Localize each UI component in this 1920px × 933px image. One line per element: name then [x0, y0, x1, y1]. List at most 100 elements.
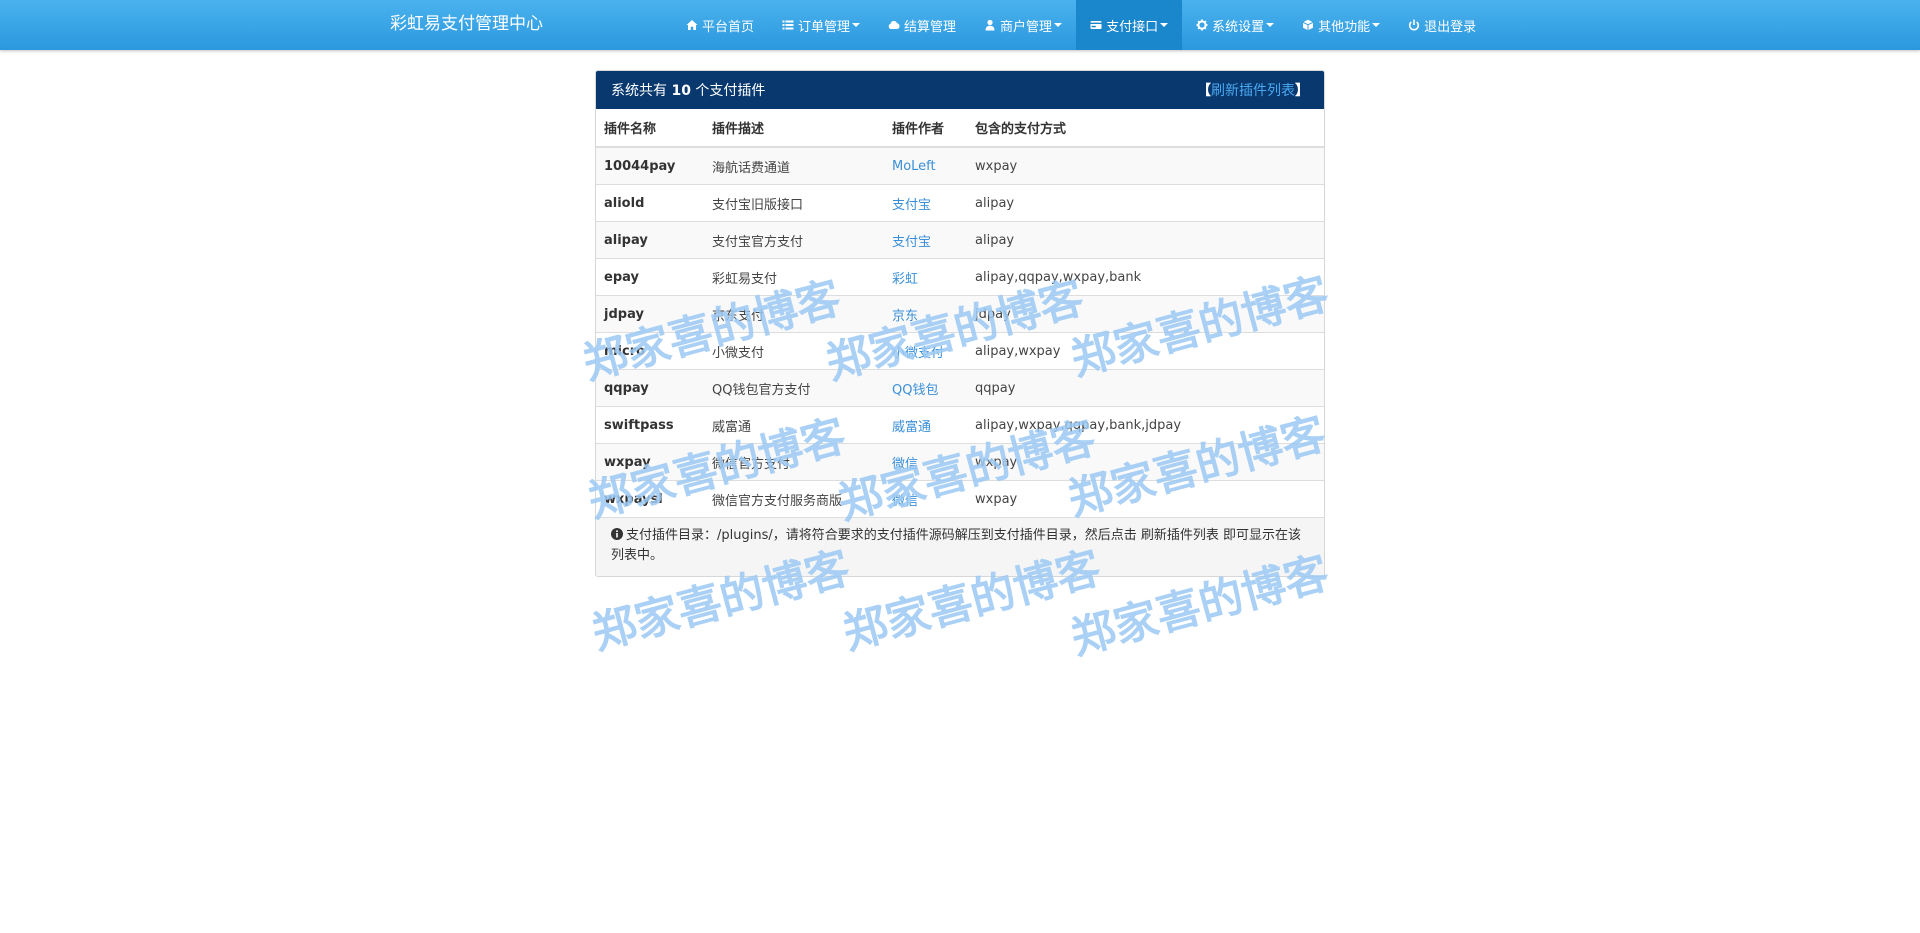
plugin-desc-cell: 微信官方支付服务商版	[704, 480, 884, 517]
nav-item-2[interactable]: 结算管理	[874, 0, 970, 50]
brand-title[interactable]: 彩虹易支付管理中心	[390, 0, 543, 50]
plugin-name-cell: wxpaysl	[596, 480, 704, 517]
plugin-author-cell[interactable]: 微信	[884, 443, 967, 481]
table-row: wxpaysl 微信官方支付服务商版 微信 wxpay	[596, 480, 1324, 517]
nav-item-4[interactable]: 支付接口	[1076, 0, 1183, 50]
bracket-close: 】	[1295, 83, 1309, 99]
plugin-desc-cell: 彩虹易支付	[704, 258, 884, 296]
table-row: micro 小微支付 小微支付 alipay,wxpay	[596, 332, 1324, 370]
header-plugin-desc: 插件描述	[704, 109, 884, 148]
panel-title-suffix: 个支付插件	[695, 83, 766, 99]
bracket-open: 【	[1197, 83, 1211, 99]
nav-item-label: 订单管理	[798, 19, 851, 35]
plugin-name-cell: jdpay	[596, 295, 704, 333]
panel-footer: 支付插件目录：/plugins/，请将符合要求的支付插件源码解压到支付插件目录，…	[596, 517, 1324, 576]
header-plugin-author: 插件作者	[884, 109, 967, 148]
refresh-wrapper: 【刷新插件列表】	[1197, 80, 1309, 100]
plugin-methods-cell: alipay,wxpay,qqpay,bank,jdpay	[967, 406, 1324, 444]
plugin-desc-cell: 威富通	[704, 406, 884, 444]
plugin-name-cell: qqpay	[596, 369, 704, 407]
plugin-desc-cell: 微信官方支付	[704, 443, 884, 481]
plugin-desc-cell: 支付宝旧版接口	[704, 184, 884, 222]
nav-item-label: 退出登录	[1424, 19, 1477, 35]
plugin-panel: 系统共有 10 个支付插件 【刷新插件列表】 插件名称 插件描述 插件作者 包含…	[595, 70, 1325, 577]
caret-down-icon	[852, 23, 861, 27]
plugin-desc-cell: 京东支付	[704, 295, 884, 333]
table-header-row: 插件名称 插件描述 插件作者 包含的支付方式	[596, 109, 1324, 148]
credit-card-icon	[1090, 19, 1102, 31]
info-circle-icon	[611, 528, 623, 540]
nav-item-label: 其他功能	[1318, 19, 1371, 35]
caret-down-icon	[1372, 23, 1381, 27]
plugin-name-cell: epay	[596, 258, 704, 296]
plugin-desc-cell: 海航话费通道	[704, 146, 884, 185]
cloud-icon	[888, 19, 900, 31]
gear-icon	[1196, 19, 1208, 31]
table-row: swiftpass 威富通 威富通 alipay,wxpay,qqpay,bank,j…	[596, 406, 1324, 444]
nav-item-1[interactable]: 订单管理	[768, 0, 874, 50]
plugin-methods-cell: alipay	[967, 221, 1324, 259]
nav-item-0[interactable]: 平台首页	[672, 0, 768, 50]
caret-down-icon	[1160, 23, 1169, 27]
nav-item-6[interactable]: 其他功能	[1288, 0, 1394, 50]
refresh-plugin-list-link[interactable]: 刷新插件列表	[1211, 83, 1295, 99]
plugin-methods-cell: qqpay	[967, 369, 1324, 407]
cube-icon	[1302, 19, 1314, 31]
table-row: 10044pay 海航话费通道 MoLeft wxpay	[596, 146, 1324, 185]
table-row: jdpay 京东支付 京东 jdpay	[596, 295, 1324, 333]
list-icon	[782, 19, 794, 31]
nav-item-7[interactable]: 退出登录	[1394, 0, 1490, 50]
plugin-count: 10	[671, 83, 691, 99]
plugin-name-cell: swiftpass	[596, 406, 704, 444]
plugin-author-cell[interactable]: 支付宝	[884, 221, 967, 259]
table-row: qqpay QQ钱包官方支付 QQ钱包 qqpay	[596, 369, 1324, 407]
plugin-table: 插件名称 插件描述 插件作者 包含的支付方式 10044pay 海航话费通道 MoL…	[596, 109, 1324, 517]
nav-item-label: 系统设置	[1212, 19, 1265, 35]
plugin-methods-cell: alipay,qqpay,wxpay,bank	[967, 258, 1324, 296]
nav-item-3[interactable]: 商户管理	[970, 0, 1076, 50]
plugin-author-cell[interactable]: 彩虹	[884, 258, 967, 296]
home-icon	[686, 19, 698, 31]
table-row: epay 彩虹易支付 彩虹 alipay,qqpay,wxpay,bank	[596, 258, 1324, 296]
plugin-author-cell[interactable]: 支付宝	[884, 184, 967, 222]
plugin-methods-cell: alipay,wxpay	[967, 332, 1324, 370]
plugin-methods-cell: wxpay	[967, 146, 1324, 185]
nav-item-label: 支付接口	[1106, 19, 1159, 35]
plugin-name-cell: aliold	[596, 184, 704, 222]
plugin-author-cell[interactable]: 京东	[884, 295, 967, 333]
header-plugin-name: 插件名称	[596, 109, 704, 148]
plugin-methods-cell: wxpay	[967, 480, 1324, 517]
plugin-name-cell: micro	[596, 332, 704, 370]
top-navbar: 彩虹易支付管理中心 平台首页 订单管理 结算管理 商户管理 支付接口 系统设置 其他功能 退出…	[0, 0, 1920, 50]
nav-item-label: 结算管理	[904, 19, 957, 35]
table-row: aliold 支付宝旧版接口 支付宝 alipay	[596, 184, 1324, 222]
caret-down-icon	[1054, 23, 1063, 27]
plugin-methods-cell: jdpay	[967, 295, 1324, 333]
user-icon	[984, 19, 996, 31]
plugin-methods-cell: alipay	[967, 184, 1324, 222]
panel-heading: 系统共有 10 个支付插件 【刷新插件列表】	[596, 71, 1324, 109]
power-icon	[1408, 19, 1420, 31]
main-nav: 平台首页 订单管理 结算管理 商户管理 支付接口 系统设置 其他功能 退出登录	[672, 0, 1490, 50]
caret-down-icon	[1266, 23, 1275, 27]
plugin-name-cell: wxpay	[596, 443, 704, 481]
nav-item-5[interactable]: 系统设置	[1182, 0, 1288, 50]
plugin-name-cell: 10044pay	[596, 146, 704, 185]
plugin-author-cell[interactable]: QQ钱包	[884, 369, 967, 407]
plugin-author-cell[interactable]: 小微支付	[884, 332, 967, 370]
plugin-name-cell: alipay	[596, 221, 704, 259]
footer-note: 支付插件目录：/plugins/，请将符合要求的支付插件源码解压到支付插件目录，…	[611, 528, 1302, 563]
plugin-desc-cell: 支付宝官方支付	[704, 221, 884, 259]
panel-title-prefix: 系统共有	[611, 83, 667, 99]
nav-item-label: 商户管理	[1000, 19, 1053, 35]
plugin-methods-cell: wxpay	[967, 443, 1324, 481]
plugin-table-body: 10044pay 海航话费通道 MoLeft wxpay aliold 支付宝旧版接口 支付…	[596, 146, 1324, 517]
table-row: alipay 支付宝官方支付 支付宝 alipay	[596, 221, 1324, 259]
plugin-author-cell[interactable]: 微信	[884, 480, 967, 517]
plugin-author-cell[interactable]: 威富通	[884, 406, 967, 444]
table-row: wxpay 微信官方支付 微信 wxpay	[596, 443, 1324, 481]
nav-item-label: 平台首页	[702, 19, 755, 35]
panel-title: 系统共有 10 个支付插件	[611, 80, 765, 100]
plugin-author-cell[interactable]: MoLeft	[884, 146, 967, 185]
plugin-desc-cell: 小微支付	[704, 332, 884, 370]
